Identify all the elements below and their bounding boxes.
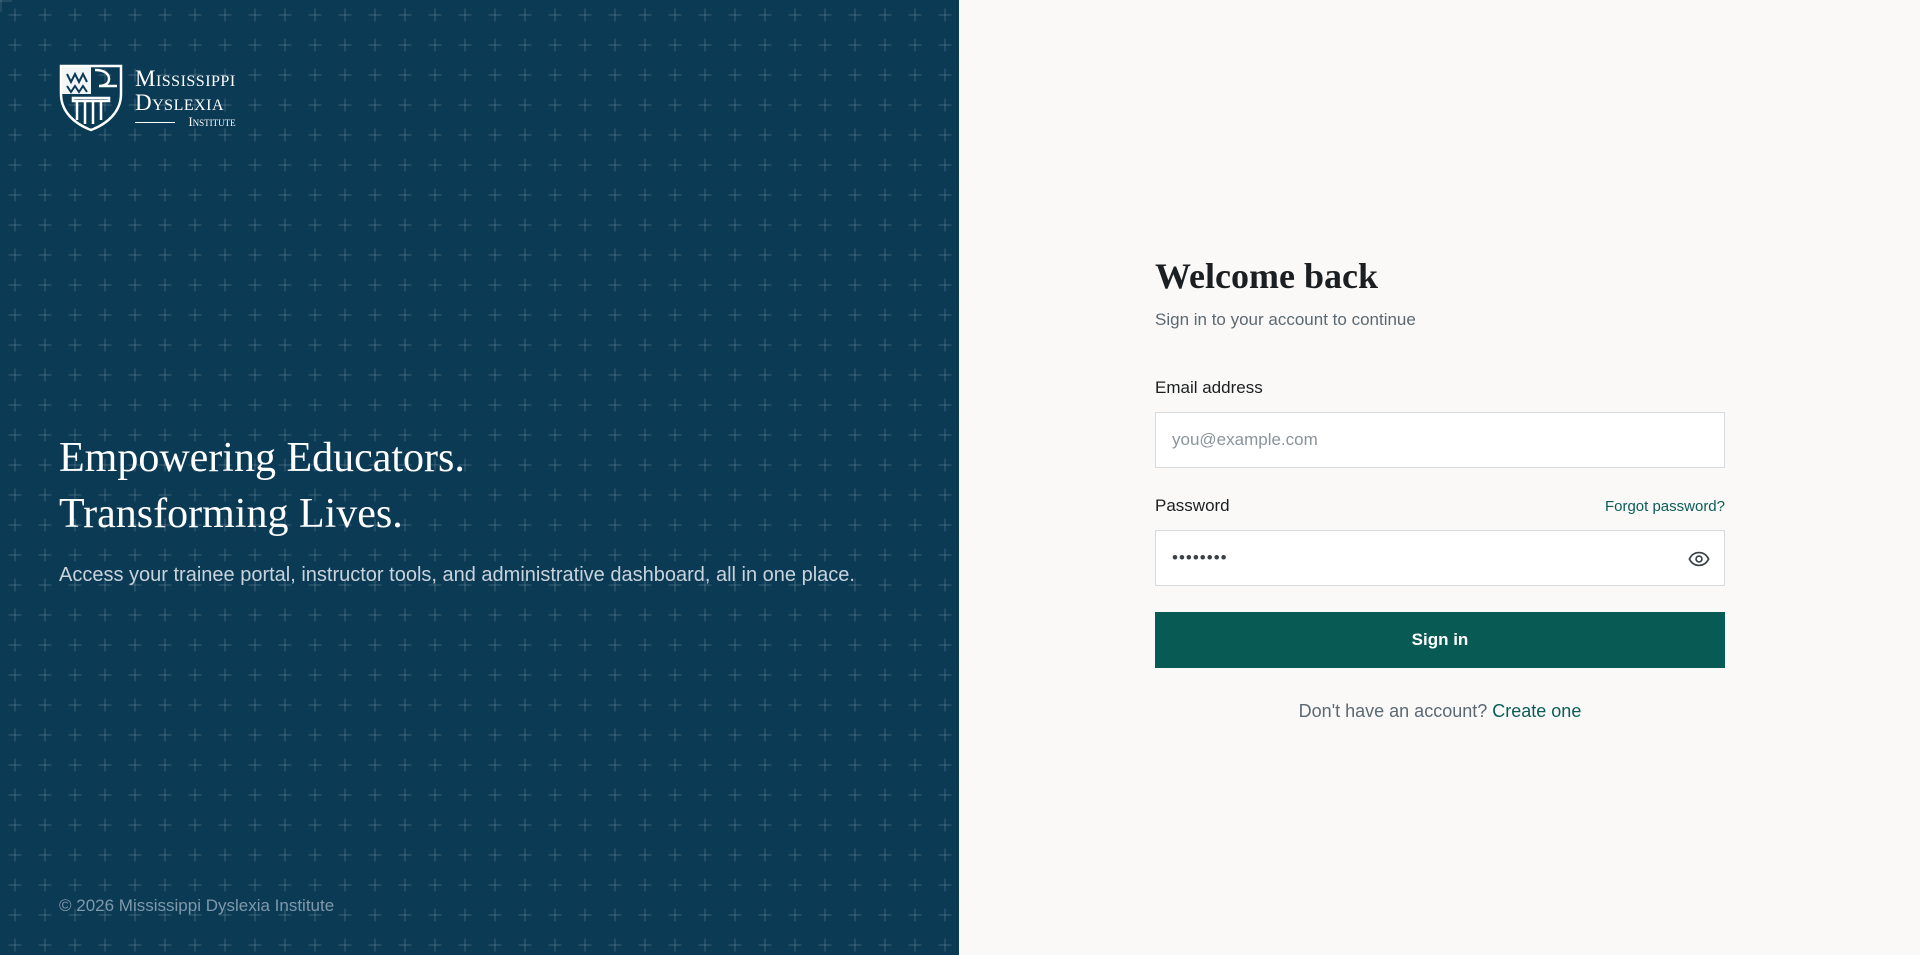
copyright-text: © 2026 Mississippi Dyslexia Institute (59, 896, 335, 915)
logo-wordmark: Mississippi Dyslexia Institute (135, 64, 236, 128)
institute-logo[interactable]: Mississippi Dyslexia Institute (59, 64, 236, 132)
page-title: Welcome back (1155, 256, 1378, 296)
password-label: Password (1155, 496, 1230, 515)
hero-subtitle: Access your trainee portal, instructor t… (59, 564, 855, 586)
shield-crest-icon (59, 64, 123, 132)
page-subtitle: Sign in to your account to continue (1155, 310, 1416, 329)
password-value: •••••••• (1172, 548, 1228, 567)
sign-in-button[interactable]: Sign in (1155, 612, 1725, 668)
forgot-password-link[interactable]: Forgot password? (1605, 498, 1725, 515)
create-account-link[interactable]: Create one (1492, 701, 1581, 721)
hero-headline-line-2: Transforming Lives. (59, 491, 403, 537)
brand-panel: Mississippi Dyslexia Institute Empowerin… (0, 0, 959, 955)
email-field[interactable]: you@example.com (1155, 412, 1725, 468)
email-placeholder: you@example.com (1172, 430, 1318, 449)
hero-section: Empowering Educators. Transforming Lives… (59, 430, 855, 587)
signup-prompt: Don't have an account? Create one (1155, 701, 1725, 722)
eye-icon[interactable] (1688, 548, 1710, 575)
email-label: Email address (1155, 378, 1263, 397)
logo-line-3: Institute (135, 115, 236, 128)
signup-prompt-text: Don't have an account? (1298, 701, 1488, 721)
password-field[interactable]: •••••••• (1155, 530, 1725, 586)
hero-headline-line-1: Empowering Educators. (59, 435, 465, 481)
logo-line-1: Mississippi (135, 66, 236, 91)
logo-line-2: Dyslexia (135, 90, 225, 115)
login-form: Welcome back Sign in to your account to … (1155, 250, 1725, 722)
password-label-row: Password Forgot password? (1155, 496, 1725, 516)
